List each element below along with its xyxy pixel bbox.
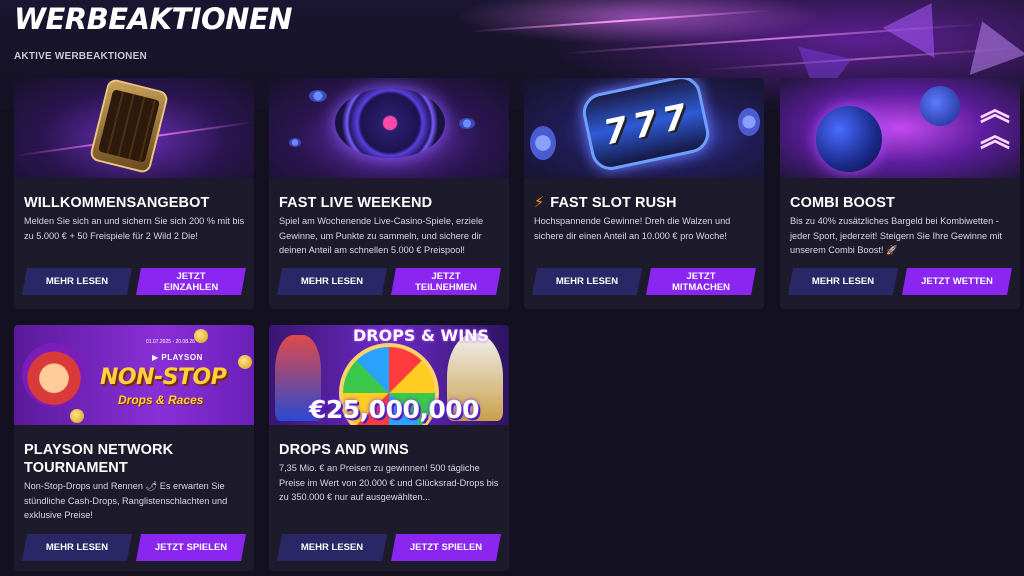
promo-description: Spiel am Wochenende Live-Casino-Spiele, … [279,216,484,255]
promo-title: ⚡ FAST SLOT RUSH [534,195,677,211]
promo-description: 7,35 Mio. € an Preisen zu gewinnen! 500 … [279,463,499,502]
promo-description: Non-Stop-Drops und Rennen 🌶 Es erwarten … [24,481,228,520]
promo-image-drops-wins[interactable]: DROPS & WINS €25,000,000 [269,325,509,425]
promo-description: Hochspannende Gewinne! Dreh die Walzen u… [534,216,731,241]
roulette-illustration [335,88,445,158]
read-more-button[interactable]: MEHR LESEN [788,268,898,295]
play-now-button[interactable]: JETZT SPIELEN [136,534,246,561]
read-more-button[interactable]: MEHR LESEN [277,268,387,295]
promo-description: Melden Sie sich an und sichern Sie sich … [24,216,245,241]
banner-subline: Drops & Races [118,393,204,407]
promo-image-combi-boost[interactable]: ︽ ︽ [780,78,1020,178]
banner-headline: NON-STOP [100,365,227,390]
promo-card-welcome: WILLKOMMENSANGEBOT Melden Sie sich an un… [14,78,254,309]
football-illustration [816,106,882,172]
promo-image-playson[interactable]: 01.07.2025 - 20.08.26 ▶ PLAYSON NON-STOP… [14,325,254,425]
promo-description: Bis zu 40% zusätzliches Bargeld bei Komb… [790,216,1002,255]
promo-title: COMBI BOOST [790,195,896,211]
playson-logo: ▶ PLAYSON [152,353,203,362]
prize-amount: €25,000,000 [309,395,480,424]
promo-card-slot-rush: 777 ⚡ FAST SLOT RUSH Hochspannende Gewinn… [524,78,764,309]
jester-illustration [22,343,86,407]
promo-title: DROPS AND WINS [279,442,409,458]
phone-illustration [88,78,170,175]
promo-card-playson: 01.07.2025 - 20.08.26 ▶ PLAYSON NON-STOP… [14,325,254,571]
play-now-button[interactable]: JETZT SPIELEN [391,534,501,561]
deposit-now-button[interactable]: JETZT EINZAHLEN [136,268,246,295]
page-title: WERBEAKTIONEN [14,2,293,36]
promo-title: PLAYSON NETWORK TOURNAMENT [24,442,174,476]
read-more-button[interactable]: MEHR LESEN [22,534,132,561]
lightning-icon: ⚡ [534,195,545,211]
promo-image-slot-rush[interactable]: 777 [524,78,764,178]
read-more-button[interactable]: MEHR LESEN [532,268,642,295]
promo-title: FAST LIVE WEEKEND [279,195,433,211]
promo-image-welcome[interactable] [14,78,254,178]
join-now-button[interactable]: JETZT MITMACHEN [646,268,756,295]
promo-card-combi-boost: ︽ ︽ COMBI BOOST Bis zu 40% zusätzliches B… [780,78,1020,309]
promo-card-live-weekend: FAST LIVE WEEKEND Spiel am Wochenende Li… [269,78,509,309]
section-label: AKTIVE WERBEAKTIONEN [14,51,147,62]
promo-title: WILLKOMMENSANGEBOT [24,195,210,211]
participate-now-button[interactable]: JETZT TEILNEHMEN [391,268,501,295]
promo-dates: 01.07.2025 - 20.08.26 [146,339,195,345]
read-more-button[interactable]: MEHR LESEN [22,268,132,295]
slot-reel-illustration: 777 [579,78,713,174]
boost-arrows-icon: ︽ ︽ [980,94,1010,153]
read-more-button[interactable]: MEHR LESEN [277,534,387,561]
promo-card-drops-wins: DROPS & WINS €25,000,000 DROPS AND WINS … [269,325,509,571]
drops-wins-logo: DROPS & WINS [353,326,490,345]
promo-image-live-weekend[interactable] [269,78,509,178]
bet-now-button[interactable]: JETZT WETTEN [902,268,1012,295]
